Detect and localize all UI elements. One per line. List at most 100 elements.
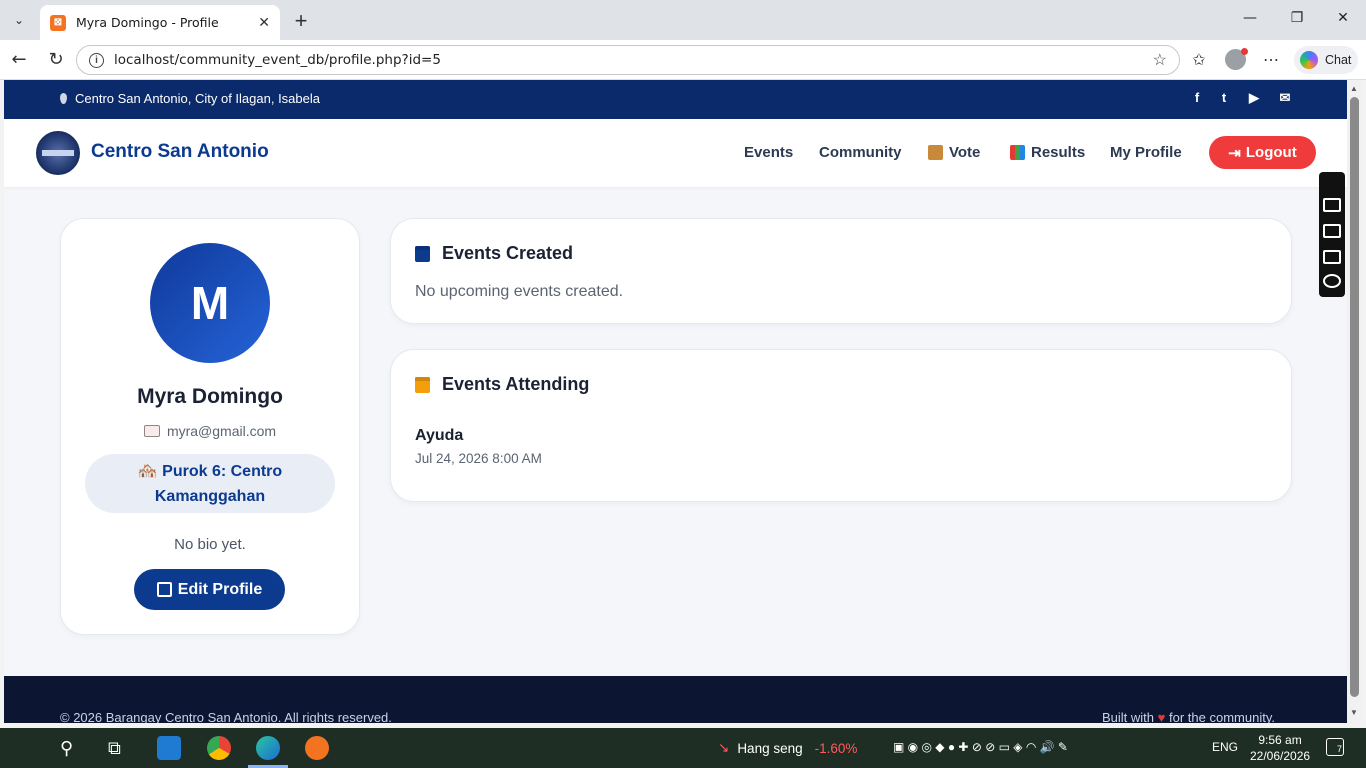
task-view-icon[interactable]: ⧉	[108, 736, 121, 760]
profile-notification-dot	[1241, 48, 1248, 55]
xampp-favicon-icon: ⊠	[50, 14, 66, 31]
event-item-name[interactable]: Ayuda	[415, 427, 463, 445]
chrome-icon[interactable]	[207, 736, 231, 760]
browser-tab[interactable]: ⊠ Myra Domingo - Profile ✕	[40, 5, 280, 40]
browser-tab-bar: ⌄ ⊠ Myra Domingo - Profile ✕ + — ❐ ✕	[0, 0, 1366, 40]
browser-toolbar: ← ↻ i localhost/community_event_db/profi…	[0, 40, 1366, 80]
clock-date: 22/06/2026	[1250, 749, 1311, 763]
scroll-thumb[interactable]	[1350, 97, 1359, 697]
events-created-empty: No upcoming events created.	[415, 283, 624, 300]
address-bar[interactable]: i localhost/community_event_db/profile.p…	[76, 45, 1180, 75]
tab-actions-chevron-icon[interactable]: ⌄	[6, 7, 32, 33]
windows-start-icon[interactable]	[14, 738, 34, 758]
calendar-check-icon	[415, 376, 430, 393]
new-tab-plus-icon[interactable]: +	[290, 8, 312, 34]
profile-card: M Myra Domingo myra@gmail.com 🏘️ Purok 6…	[60, 218, 360, 635]
search-icon[interactable]: ⚲	[60, 736, 73, 760]
refresh-icon[interactable]: ↻	[44, 49, 68, 70]
back-arrow-icon[interactable]: ←	[7, 49, 31, 70]
footer-built-suffix: for the community.	[1169, 710, 1275, 723]
facebook-icon[interactable]: f	[1188, 90, 1206, 105]
favorite-star-icon[interactable]: ☆	[1153, 50, 1167, 70]
footer-copyright: © 2026 Barangay Centro San Antonio. All …	[60, 710, 392, 723]
ticker-name: Hang seng	[737, 740, 803, 756]
top-info-strip: Centro San Antonio, City of Ilagan, Isab…	[4, 80, 1347, 119]
window-icon[interactable]	[1323, 250, 1341, 264]
copilot-chat-button[interactable]: Chat	[1294, 46, 1358, 74]
barangay-logo[interactable]	[36, 131, 80, 175]
ticker-change: -1.60%	[814, 740, 858, 756]
favorites-icon[interactable]: ✩	[1188, 50, 1210, 70]
page-viewport: Centro San Antonio, City of Ilagan, Isab…	[4, 80, 1347, 723]
profile-email-text: myra@gmail.com	[166, 423, 277, 439]
events-attending-heading: Events Attending	[442, 374, 590, 394]
stock-ticker[interactable]: ↘ Hang seng -1.60%	[718, 740, 857, 756]
footer-built-prefix: Built with	[1102, 710, 1155, 723]
events-created-card: Events Created No upcoming events create…	[390, 218, 1292, 324]
profile-bio: No bio yet.	[174, 536, 246, 553]
edge-icon[interactable]	[256, 736, 280, 760]
scroll-up-icon[interactable]: ▲	[1350, 84, 1358, 93]
clock-time: 9:56 am	[1258, 733, 1302, 747]
camera-icon[interactable]	[1323, 198, 1341, 212]
trend-down-icon: ↘	[718, 740, 730, 755]
purok-badge: 🏘️ Purok 6: Centro Kamanggahan	[85, 454, 335, 513]
site-footer: © 2026 Barangay Centro San Antonio. All …	[4, 676, 1347, 723]
system-clock[interactable]: 9:56 am 22/06/2026	[1250, 732, 1310, 764]
xampp-app-icon[interactable]	[305, 736, 329, 760]
language-indicator[interactable]: ENG	[1212, 740, 1238, 754]
footer-built-with: Built with ♥ for the community.	[1102, 710, 1275, 723]
youtube-icon[interactable]: ▶	[1245, 90, 1263, 106]
site-header: Centro San Antonio Events Community Vote…	[4, 119, 1347, 187]
tab-title: Myra Domingo - Profile	[76, 15, 219, 30]
map-pin-icon	[60, 93, 67, 104]
events-created-title: Events Created	[415, 243, 573, 264]
location: Centro San Antonio, City of Ilagan, Isab…	[60, 91, 320, 106]
nav-my-profile[interactable]: My Profile	[1110, 144, 1182, 161]
ballot-box-icon	[928, 145, 943, 160]
video-icon[interactable]	[1323, 224, 1341, 238]
events-created-heading: Events Created	[442, 243, 574, 263]
heart-icon: ♥	[1157, 710, 1166, 723]
close-window-icon[interactable]: ✕	[1333, 10, 1353, 26]
location-text: Centro San Antonio, City of Ilagan, Isab…	[75, 91, 320, 106]
minimize-icon[interactable]: —	[1240, 10, 1260, 26]
edit-profile-label: Edit Profile	[177, 580, 263, 598]
site-info-icon[interactable]: i	[89, 52, 104, 68]
windows-taskbar: ⚲ ⧉ ↘ Hang seng -1.60% ▣ ◉ ◎ ◆ ● ✚ ⊘ ⊘ ▭…	[0, 728, 1366, 768]
capture-toolbar	[1319, 172, 1345, 297]
copilot-icon	[1300, 51, 1318, 69]
logout-label: Logout	[1245, 144, 1297, 161]
edit-icon	[156, 582, 172, 597]
tab-close-icon[interactable]: ✕	[258, 14, 270, 31]
edit-profile-button[interactable]: Edit Profile	[134, 569, 285, 610]
envelope-icon	[143, 425, 160, 437]
settings-gear-icon[interactable]	[1323, 274, 1341, 288]
more-options-icon[interactable]: ⋯	[1260, 50, 1282, 70]
nav-vote[interactable]: Vote	[928, 144, 980, 161]
restore-icon[interactable]: ❐	[1287, 10, 1307, 26]
event-item-date: Jul 24, 2026 8:00 AM	[415, 451, 542, 466]
url-text[interactable]: localhost/community_event_db/profile.php…	[114, 52, 1153, 68]
email-icon[interactable]: ✉	[1276, 90, 1294, 106]
brand-name[interactable]: Centro San Antonio	[91, 141, 269, 163]
vscode-icon[interactable]	[157, 736, 181, 760]
nav-vote-label: Vote	[949, 144, 981, 161]
tray-icons[interactable]: ▣ ◉ ◎ ◆ ● ✚ ⊘ ⊘ ▭ ◈ ◠ 🔊 ✎	[893, 740, 1068, 754]
notification-icon[interactable]: 7	[1326, 738, 1344, 756]
nav-events[interactable]: Events	[744, 144, 793, 161]
nav-results[interactable]: Results	[1010, 144, 1085, 161]
sign-out-icon: ⇥	[1228, 144, 1241, 162]
chat-label: Chat	[1325, 53, 1352, 67]
events-attending-title: Events Attending	[415, 374, 589, 395]
scroll-down-icon[interactable]: ▼	[1350, 708, 1358, 717]
twitter-icon[interactable]: t	[1215, 90, 1233, 105]
profile-name: Myra Domingo	[137, 385, 283, 408]
nav-community[interactable]: Community	[819, 144, 902, 161]
page-scrollbar[interactable]: ▲ ▼	[1347, 80, 1362, 723]
calendar-plus-icon	[415, 245, 430, 262]
logout-button[interactable]: ⇥ Logout	[1209, 136, 1316, 169]
profile-avatar: M	[150, 243, 270, 363]
nav-results-label: Results	[1031, 144, 1086, 161]
profile-email: myra@gmail.com	[61, 423, 359, 439]
